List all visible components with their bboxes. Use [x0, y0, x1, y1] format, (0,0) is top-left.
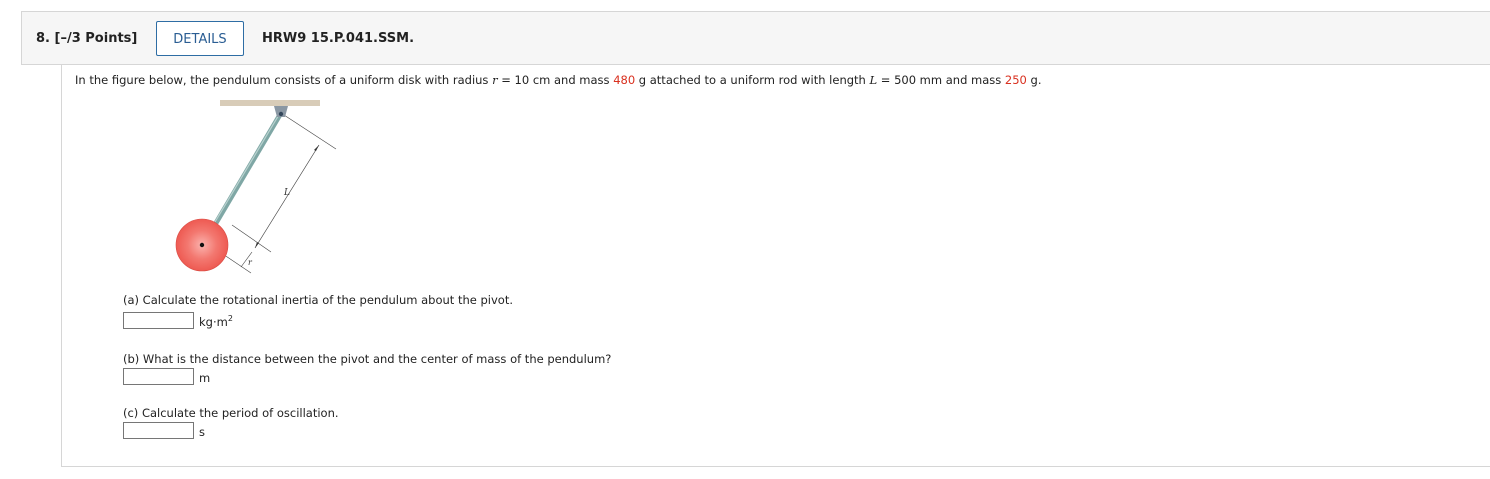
question-number-label: 8. — [36, 31, 50, 46]
part-b-unit: m — [199, 371, 211, 385]
prompt-var-L: L — [869, 73, 878, 87]
extension-line-mid — [231, 224, 272, 253]
part-a-unit-base: kg·m — [199, 315, 228, 329]
prompt-text-2: = 10 cm and mass — [497, 73, 614, 87]
question-prompt: In the figure below, the pendulum consis… — [75, 73, 1042, 87]
question-body: In the figure below, the pendulum consis… — [61, 65, 1490, 467]
part-a-answer-input[interactable] — [123, 312, 194, 329]
pendulum-figure: L r — [175, 100, 337, 274]
prompt-text-5: g. — [1026, 73, 1042, 87]
pivot-pin — [278, 111, 284, 117]
part-a-prompt: (a) Calculate the rotational inertia of … — [123, 293, 513, 307]
pendulum-rod — [213, 110, 284, 226]
question-header: 8. [–/3 Points] DETAILS HRW9 15.P.041.SS… — [21, 11, 1490, 65]
question-code: HRW9 15.P.041.SSM. — [262, 31, 415, 46]
part-b-answer-input[interactable] — [123, 368, 194, 385]
question-number: 8. [–/3 Points] — [36, 31, 137, 46]
rod-highlight — [214, 112, 281, 223]
label-r: r — [248, 258, 253, 267]
ceiling-bar — [220, 100, 320, 106]
disk-center — [199, 242, 205, 248]
points-label: [–/3 Points] — [54, 31, 138, 46]
part-a-unit-exponent: 2 — [227, 314, 233, 323]
disk-mass-value: 480 — [613, 73, 636, 87]
details-button[interactable]: DETAILS — [156, 21, 244, 56]
label-L: L — [283, 188, 290, 198]
rod-mass-value: 250 — [1004, 73, 1027, 87]
part-b-prompt: (b) What is the distance between the piv… — [123, 352, 612, 366]
prompt-text-1: In the figure below, the pendulum consis… — [75, 73, 493, 87]
prompt-text-3: g attached to a uniform rod with length — [635, 73, 870, 87]
part-c-unit: s — [199, 425, 205, 439]
part-c-answer-input[interactable] — [123, 422, 194, 439]
part-a-unit: kg·m2 — [199, 314, 233, 329]
dimension-arrow-bottom — [255, 242, 259, 248]
extension-line-top — [283, 114, 337, 150]
prompt-text-4: = 500 mm and mass — [877, 73, 1005, 87]
dimension-arrow-top — [314, 145, 319, 151]
part-c-prompt: (c) Calculate the period of oscillation. — [123, 406, 339, 420]
